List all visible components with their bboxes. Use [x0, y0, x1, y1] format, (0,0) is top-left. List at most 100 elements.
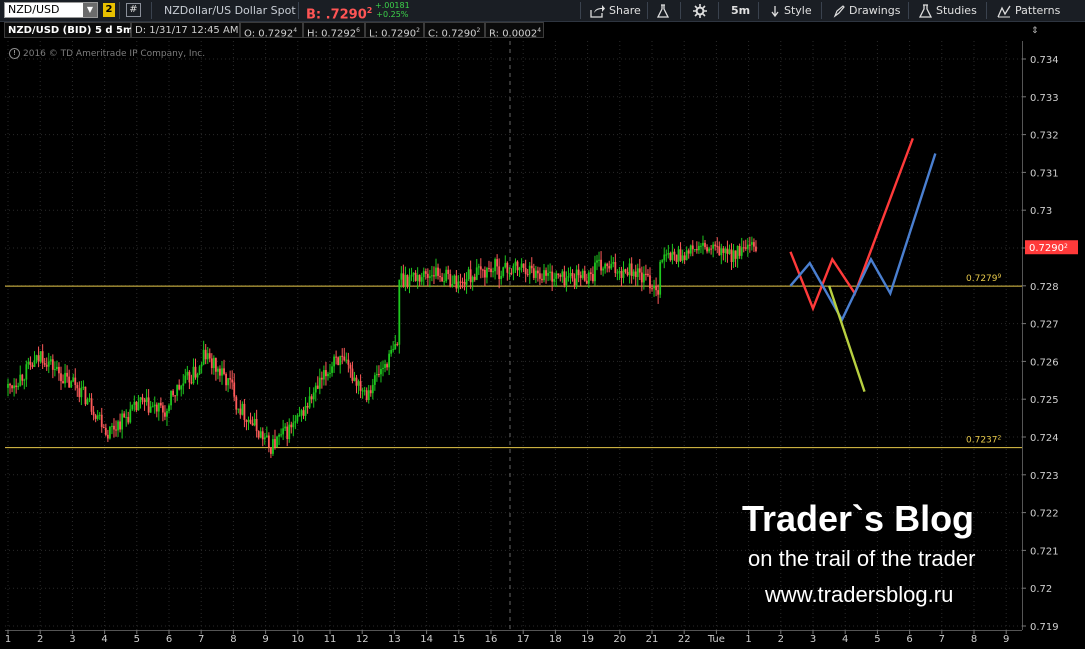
candle-body: [208, 353, 211, 359]
candle-body: [296, 415, 299, 422]
candle-body: [176, 384, 179, 396]
candle-body: [730, 249, 733, 262]
candle-body: [494, 259, 496, 272]
x-tick-label: 5: [134, 634, 140, 645]
candle-body: [217, 368, 219, 372]
y-tick-label: 0.734: [1030, 55, 1059, 66]
candle-body: [237, 408, 240, 410]
candle-body: [243, 403, 246, 421]
x-tick-label: 5: [874, 634, 880, 645]
candle-body: [329, 372, 331, 374]
candle-body: [512, 265, 515, 273]
candle-body: [80, 387, 83, 398]
candle-body: [553, 278, 556, 282]
candle-body: [249, 419, 252, 424]
candle-body: [457, 281, 460, 289]
candle-body: [557, 273, 560, 276]
candle-body: [353, 377, 356, 381]
candle-body: [94, 415, 97, 419]
candle-body: [416, 274, 419, 281]
candle-body: [687, 250, 690, 254]
candle-body: [337, 357, 340, 366]
candle-body: [153, 404, 156, 407]
candle-body: [137, 402, 140, 411]
candle-body: [274, 439, 276, 448]
candle-body: [410, 274, 413, 277]
watermark-subtitle: on the trail of the trader: [748, 546, 976, 571]
y-tick-label: 0.726: [1030, 357, 1059, 368]
candle-body: [422, 271, 425, 278]
candle-body: [392, 349, 395, 351]
candle-body: [280, 434, 282, 436]
candle-body: [496, 259, 499, 267]
candle-body: [465, 279, 468, 285]
x-tick-label: 15: [452, 634, 465, 645]
y-tick-label: 0.728: [1030, 282, 1059, 293]
candle-body: [706, 247, 708, 252]
candle-body: [563, 271, 566, 286]
candle-body: [614, 262, 617, 274]
candle-body: [219, 368, 221, 376]
candle-body: [31, 365, 34, 367]
candle-body: [671, 251, 674, 261]
candle-body: [223, 368, 225, 374]
candle-body: [620, 271, 623, 278]
candle-body: [229, 378, 232, 380]
candle-body: [267, 435, 270, 448]
candle-body: [647, 273, 649, 276]
x-tick-label: 1: [745, 634, 751, 645]
candle-body: [367, 390, 370, 401]
candle-body: [272, 439, 274, 454]
candle-body: [500, 275, 503, 279]
candle-body: [13, 385, 16, 389]
candle-body: [157, 402, 160, 412]
candle-body: [125, 417, 128, 419]
x-tick-label: 11: [324, 634, 337, 645]
candle-body: [669, 253, 672, 261]
x-tick-label: 7: [939, 634, 945, 645]
candle-body: [235, 396, 238, 410]
candle-body: [164, 412, 166, 417]
candle-body: [435, 267, 437, 277]
candle-body: [74, 377, 77, 386]
candle-body: [300, 410, 303, 416]
candle-body: [565, 277, 568, 286]
candle-body: [190, 382, 193, 384]
x-tick-label: 2: [37, 634, 43, 645]
candle-body: [677, 249, 680, 262]
candle-body: [514, 261, 517, 266]
x-tick-label: 17: [517, 634, 530, 645]
candle-body: [659, 261, 662, 295]
candle-body: [622, 269, 625, 278]
candle-body: [618, 271, 621, 273]
candle-body: [53, 369, 56, 371]
y-tick-label: 0.73: [1030, 206, 1052, 217]
candle-body: [161, 405, 164, 413]
candle-body: [121, 413, 124, 430]
candle-body: [82, 386, 85, 388]
candle-body: [119, 421, 121, 430]
candle-body: [147, 397, 150, 413]
candle-body: [649, 275, 651, 289]
candle-body: [398, 279, 401, 345]
candle-body: [545, 270, 547, 276]
candle-body: [196, 374, 199, 378]
candle-body: [371, 384, 374, 394]
watermark-url: www.tradersblog.ru: [765, 582, 954, 607]
candle-body: [404, 274, 407, 286]
candle-body: [180, 385, 183, 390]
candle-body: [704, 242, 706, 248]
candle-body: [738, 245, 741, 256]
candle-body: [536, 270, 539, 274]
candle-body: [592, 273, 594, 282]
candle-body: [131, 404, 134, 410]
candle-body: [437, 267, 439, 276]
candle-body: [596, 260, 598, 263]
candle-body: [547, 273, 549, 276]
x-tick-label: 10: [291, 634, 304, 645]
candle-body: [490, 268, 492, 273]
candle-body: [506, 262, 509, 273]
candle-body: [378, 374, 380, 376]
candle-body: [428, 276, 431, 278]
candle-body: [276, 436, 278, 448]
